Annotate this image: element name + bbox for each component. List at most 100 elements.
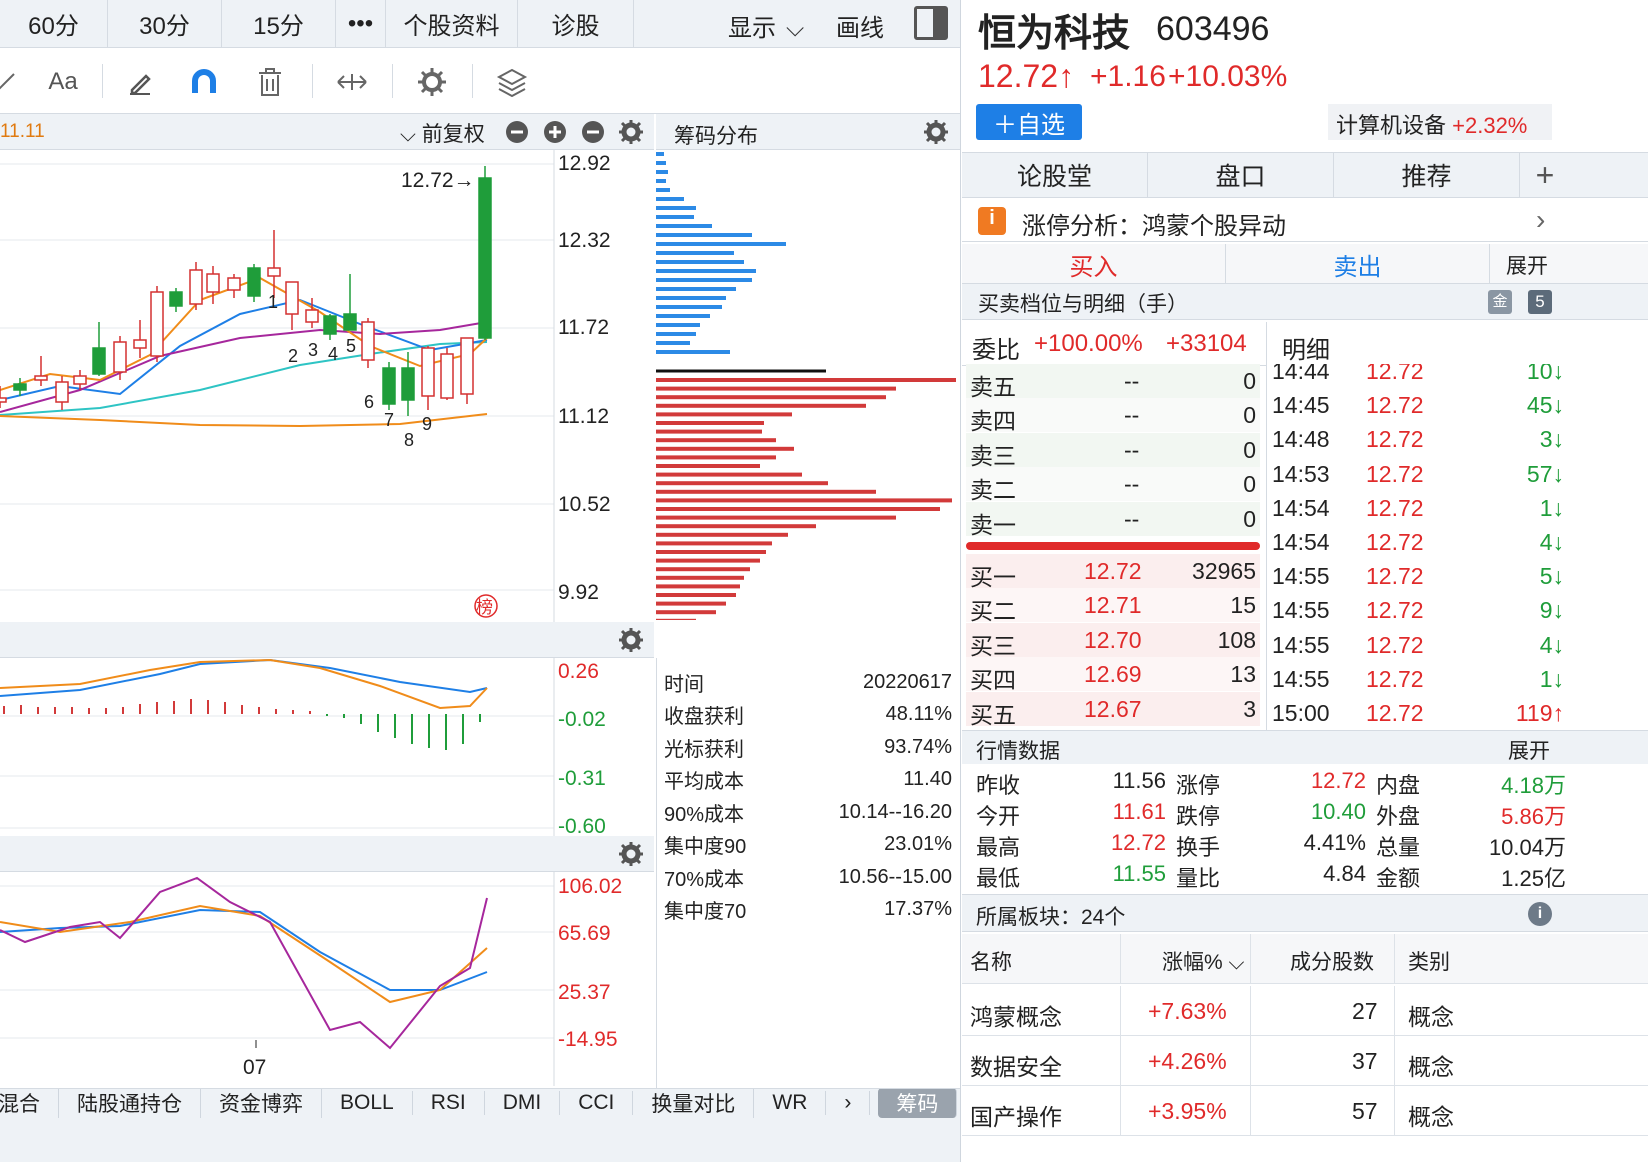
indicator-tab[interactable]: 混合 xyxy=(0,1089,59,1118)
tab-15min[interactable]: 15分 xyxy=(222,0,336,48)
chip-bar xyxy=(656,251,734,255)
settings-icon[interactable] xyxy=(412,62,452,102)
macd-chart[interactable]: 0.26 -0.02 -0.31 -0.60 xyxy=(0,658,654,836)
market-label: 昨收 xyxy=(976,773,1021,798)
tab-60min[interactable]: 60分 xyxy=(0,0,108,48)
bid-row[interactable]: 买三 12.70 108 xyxy=(966,622,1260,659)
chip-info-label: 集中度70 xyxy=(664,901,747,923)
limit-up-analysis-row[interactable]: i 涨停分析：鸿蒙个股异动 › xyxy=(962,200,1648,242)
ask-volume: 0 xyxy=(1243,436,1256,463)
kdj-chart[interactable]: 07 106.02 65.69 25.37 -14.95 xyxy=(0,872,654,1086)
chip-bar xyxy=(656,455,776,460)
ask-row[interactable]: 卖一 -- 0 xyxy=(966,501,1260,538)
indicator-tab[interactable]: CCI xyxy=(560,1091,634,1115)
zoom-out-icon[interactable] xyxy=(505,120,529,144)
level2-icon[interactable]: 金 xyxy=(1488,290,1512,314)
kline-chart[interactable]: 12.72→ 1 2 3 4 5 6789 榜 12.92 12.32 11.72 11.… xyxy=(0,150,654,622)
tab-30min[interactable]: 30分 xyxy=(108,0,222,48)
tick-list[interactable]: 14:44 12.72 10↓ 14:45 12.72 45↓ 14:48 12.72 3↓ 14… xyxy=(1268,364,1568,730)
board-type: 概念 xyxy=(1408,1004,1454,1030)
indicator-tab[interactable]: 换量对比 xyxy=(633,1089,755,1118)
drawing-toolbar: Aa xyxy=(0,48,960,114)
col-count[interactable]: 成分股数 xyxy=(1290,946,1374,976)
line-tool-icon[interactable] xyxy=(0,62,26,102)
macd-gear-icon[interactable] xyxy=(619,628,643,652)
sell-button[interactable]: 卖出 xyxy=(1226,244,1490,284)
bid-volume: 32965 xyxy=(1192,558,1256,584)
stock-name: 恒为科技 xyxy=(978,13,1131,55)
indicator-tab[interactable]: DMI xyxy=(485,1091,561,1115)
kline-ytick: 12.92 xyxy=(558,152,611,175)
zoom-in-icon[interactable] xyxy=(543,120,567,144)
add-watchlist-button[interactable]: ＋自选 xyxy=(976,104,1082,140)
measure-icon[interactable] xyxy=(332,62,372,102)
indicator-tab[interactable]: 资金博弈 xyxy=(201,1089,322,1118)
market-expand-button[interactable]: 展开 xyxy=(1508,735,1550,765)
kline-gear-icon[interactable] xyxy=(619,120,643,144)
trash-icon[interactable] xyxy=(250,62,290,102)
bid-row[interactable]: 买四 12.69 13 xyxy=(966,657,1260,693)
bid-volume: 3 xyxy=(1243,695,1256,722)
kdj-gear-icon[interactable] xyxy=(619,842,643,866)
chip-distribution-chart[interactable] xyxy=(656,150,960,620)
sector-badge[interactable]: 计算机设备 +2.32% xyxy=(1328,104,1552,140)
bid-row[interactable]: 买五 12.67 3 xyxy=(966,691,1260,728)
draw-line-button[interactable]: 画线 xyxy=(836,8,884,43)
col-type[interactable]: 类别 xyxy=(1408,946,1450,976)
tick-price: 12.72 xyxy=(1366,529,1424,555)
chip-bar xyxy=(656,567,750,572)
chip-gear-icon[interactable] xyxy=(924,120,948,144)
board-name: 数据安全 xyxy=(970,1054,1062,1080)
add-tab-button[interactable]: + xyxy=(1520,153,1570,197)
tick-price: 12.72 xyxy=(1366,631,1424,658)
magnet-icon[interactable] xyxy=(184,62,224,102)
bid-price: 12.72 xyxy=(1084,558,1142,584)
indicator-tab[interactable]: 陆股通持仓 xyxy=(59,1089,201,1118)
stock-change: +1.16 xyxy=(1090,60,1166,93)
col-pct[interactable]: 涨幅% ⌵ xyxy=(1162,946,1244,976)
board-row[interactable]: 鸿蒙概念 +7.63% 27 概念 xyxy=(962,986,1648,1036)
font-tool-icon[interactable]: Aa xyxy=(38,62,88,102)
indicator-tab[interactable]: 筹码 xyxy=(878,1089,958,1118)
chevron-down-icon: ⌵ xyxy=(786,15,805,42)
ask-row[interactable]: 卖二 -- 0 xyxy=(966,467,1260,503)
ask-row[interactable]: 卖四 -- 0 xyxy=(966,398,1260,434)
tab-diagnosis[interactable]: 诊股 xyxy=(518,0,634,48)
indicator-tab[interactable]: WR xyxy=(754,1091,827,1115)
col-name[interactable]: 名称 xyxy=(970,946,1012,976)
wave-label: 9 xyxy=(422,414,432,434)
indicator-tab[interactable]: › xyxy=(826,1091,871,1115)
ask-row[interactable]: 卖三 -- 0 xyxy=(966,432,1260,469)
adjust-dropdown[interactable]: ⌵ 前复权 xyxy=(400,118,485,148)
board-row[interactable]: 数据安全 +4.26% 37 概念 xyxy=(962,1036,1648,1086)
tick-row: 14:53 12.72 57↓ xyxy=(1272,459,1564,493)
layers-icon[interactable] xyxy=(492,62,532,102)
expand-trade-button[interactable]: 展开 xyxy=(1506,250,1548,280)
panel-toggle-icon[interactable] xyxy=(914,6,948,40)
chip-info-value: 17.37% xyxy=(884,898,952,920)
info-icon[interactable]: i xyxy=(1528,902,1552,926)
minimize-icon[interactable] xyxy=(581,120,605,144)
pen-icon[interactable] xyxy=(120,62,160,102)
indicator-tab[interactable]: BOLL xyxy=(322,1091,413,1115)
kline-header: 11.11 ⌵ 前复权 xyxy=(0,114,654,150)
tab-forum[interactable]: 论股堂 xyxy=(962,153,1148,197)
depth-badge[interactable]: 5 xyxy=(1528,290,1552,314)
bid-row[interactable]: 买二 12.71 15 xyxy=(966,588,1260,624)
chip-bar xyxy=(656,224,712,228)
board-pct: +7.63% xyxy=(1148,998,1227,1024)
display-dropdown[interactable]: 显示 ⌵ xyxy=(728,8,804,43)
indicator-tab[interactable]: RSI xyxy=(413,1091,485,1115)
chevron-right-icon: › xyxy=(1536,204,1546,235)
ask-row[interactable]: 卖五 -- 0 xyxy=(966,364,1260,400)
more-tabs-button[interactable]: ••• xyxy=(336,0,386,48)
candle xyxy=(34,356,48,386)
tab-order-book[interactable]: 盘口 xyxy=(1148,153,1334,197)
trade-bar: 买入 卖出 展开 xyxy=(962,244,1648,284)
tab-recommend[interactable]: 推荐 xyxy=(1334,153,1520,197)
buy-button[interactable]: 买入 xyxy=(962,244,1226,284)
bid-row[interactable]: 买一 12.72 32965 xyxy=(966,554,1260,590)
tab-stock-profile[interactable]: 个股资料 xyxy=(386,0,518,48)
board-row[interactable]: 国产操作 +3.95% 57 概念 xyxy=(962,1086,1648,1136)
sector-pct: +2.32% xyxy=(1452,113,1528,138)
